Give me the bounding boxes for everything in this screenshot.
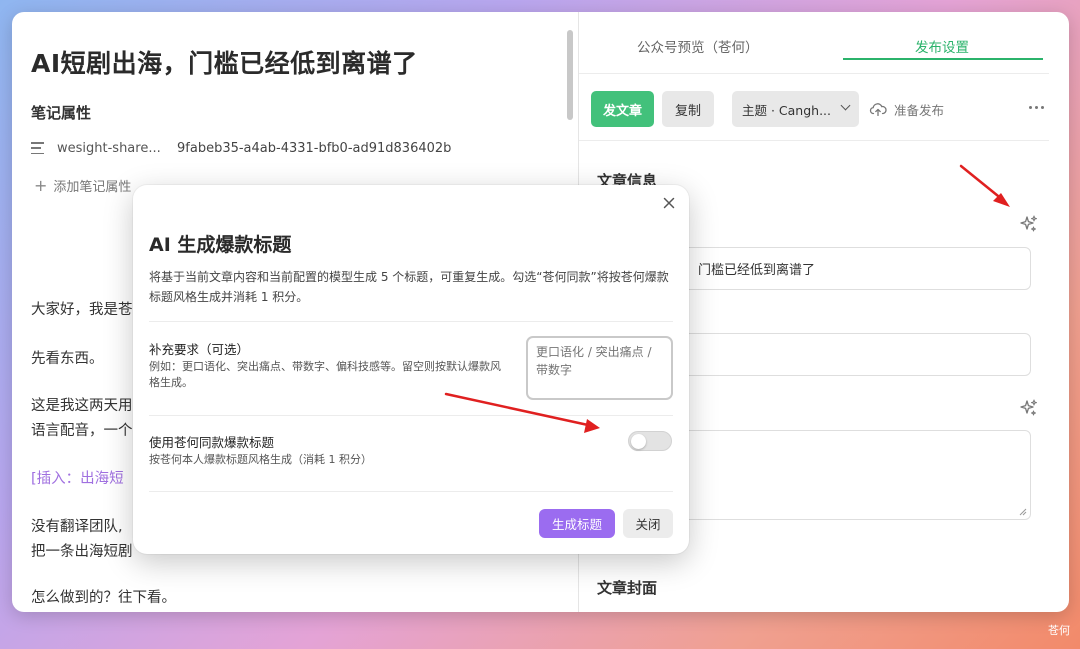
tab-publish-settings[interactable]: 发布设置 bbox=[915, 36, 969, 56]
note-property-row[interactable]: wesight-share... 9fabeb35-a4ab-4331-bfb0… bbox=[31, 140, 451, 156]
chevron-down-icon bbox=[840, 100, 851, 111]
article-cover-heading: 文章封面 bbox=[597, 579, 658, 597]
copy-button[interactable]: 复制 bbox=[662, 91, 714, 127]
add-property-button[interactable]: + 添加笔记属性 bbox=[34, 176, 131, 195]
document-title[interactable]: AI短剧出海，门槛已经低到离谱了 bbox=[31, 44, 418, 80]
paragraph[interactable]: 先看东西。 bbox=[31, 347, 104, 372]
style-toggle[interactable] bbox=[628, 431, 672, 451]
panel-tabs: 公众号预览（苍何） 发布设置 bbox=[579, 12, 1049, 74]
paragraph[interactable]: 怎么做到的？往下看。 bbox=[31, 586, 176, 611]
paragraph[interactable]: 大家好，我是苍 bbox=[31, 298, 133, 323]
paragraph[interactable]: 语言配音，一个 bbox=[31, 419, 133, 444]
generate-titles-button[interactable]: 生成标题 bbox=[539, 509, 615, 538]
dialog-divider bbox=[149, 415, 673, 416]
sparkle-icon[interactable] bbox=[1019, 398, 1039, 418]
paragraph[interactable]: 没有翻译团队, bbox=[31, 515, 123, 540]
more-options-icon[interactable] bbox=[1029, 106, 1047, 109]
text-lines-icon bbox=[31, 140, 47, 156]
plus-icon: + bbox=[34, 176, 48, 195]
tab-wechat-preview[interactable]: 公众号预览（苍何） bbox=[637, 36, 759, 56]
resize-handle-icon[interactable] bbox=[1019, 508, 1027, 516]
insert-placeholder[interactable]: [插入：出海短 bbox=[31, 467, 124, 492]
style-hint: 按苍何本人爆款标题风格生成（消耗 1 积分） bbox=[149, 453, 372, 466]
panel-toolbar: 发文章 复制 主题 · Cangh... 准备发布 bbox=[591, 91, 944, 127]
requirement-input[interactable] bbox=[526, 336, 673, 400]
ai-title-dialog: AI 生成爆款标题 将基于当前文章内容和当前配置的模型生成 5 个标题，可重复生… bbox=[133, 185, 689, 554]
close-button[interactable]: 关闭 bbox=[623, 509, 673, 538]
dialog-description: 将基于当前文章内容和当前配置的模型生成 5 个标题，可重复生成。勾选“苍何同款”… bbox=[149, 270, 669, 304]
dialog-divider bbox=[149, 491, 673, 492]
add-property-label: 添加笔记属性 bbox=[53, 180, 132, 195]
article-title-value: 门槛已经低到离谱了 bbox=[698, 263, 816, 278]
dialog-divider bbox=[149, 321, 673, 322]
theme-select-value: 主题 · Cangh... bbox=[742, 102, 832, 118]
close-icon[interactable] bbox=[661, 195, 677, 211]
requirement-hint: 例如：更口语化、突出痛点、带数字、偏科技感等。留空则按默认爆款风格生成。 bbox=[149, 360, 501, 389]
paragraph[interactable]: 把一条出海短剧 bbox=[31, 540, 133, 565]
sparkle-icon[interactable] bbox=[1019, 214, 1039, 234]
publish-status: 准备发布 bbox=[869, 100, 944, 119]
dialog-title: AI 生成爆款标题 bbox=[149, 234, 292, 256]
toolbar-divider bbox=[579, 140, 1049, 141]
property-key[interactable]: wesight-share... bbox=[57, 141, 177, 156]
editor-scrollbar[interactable] bbox=[567, 30, 573, 120]
paragraph[interactable]: 这是我这两天用 bbox=[31, 394, 133, 419]
requirement-label: 补充要求（可选） bbox=[149, 342, 250, 357]
property-value[interactable]: 9fabeb35-a4ab-4331-bfb0-ad91d836402b bbox=[177, 141, 451, 156]
cloud-upload-icon bbox=[869, 103, 887, 116]
style-label: 使用苍何同款爆款标题 bbox=[149, 435, 275, 450]
active-tab-indicator bbox=[843, 58, 1043, 60]
theme-select[interactable]: 主题 · Cangh... bbox=[732, 91, 859, 127]
watermark-text: 苍何 bbox=[1048, 624, 1070, 637]
toggle-knob bbox=[631, 433, 646, 449]
publish-article-button[interactable]: 发文章 bbox=[591, 91, 654, 127]
publish-status-label: 准备发布 bbox=[894, 102, 945, 118]
note-properties-heading: 笔记属性 bbox=[31, 104, 92, 122]
